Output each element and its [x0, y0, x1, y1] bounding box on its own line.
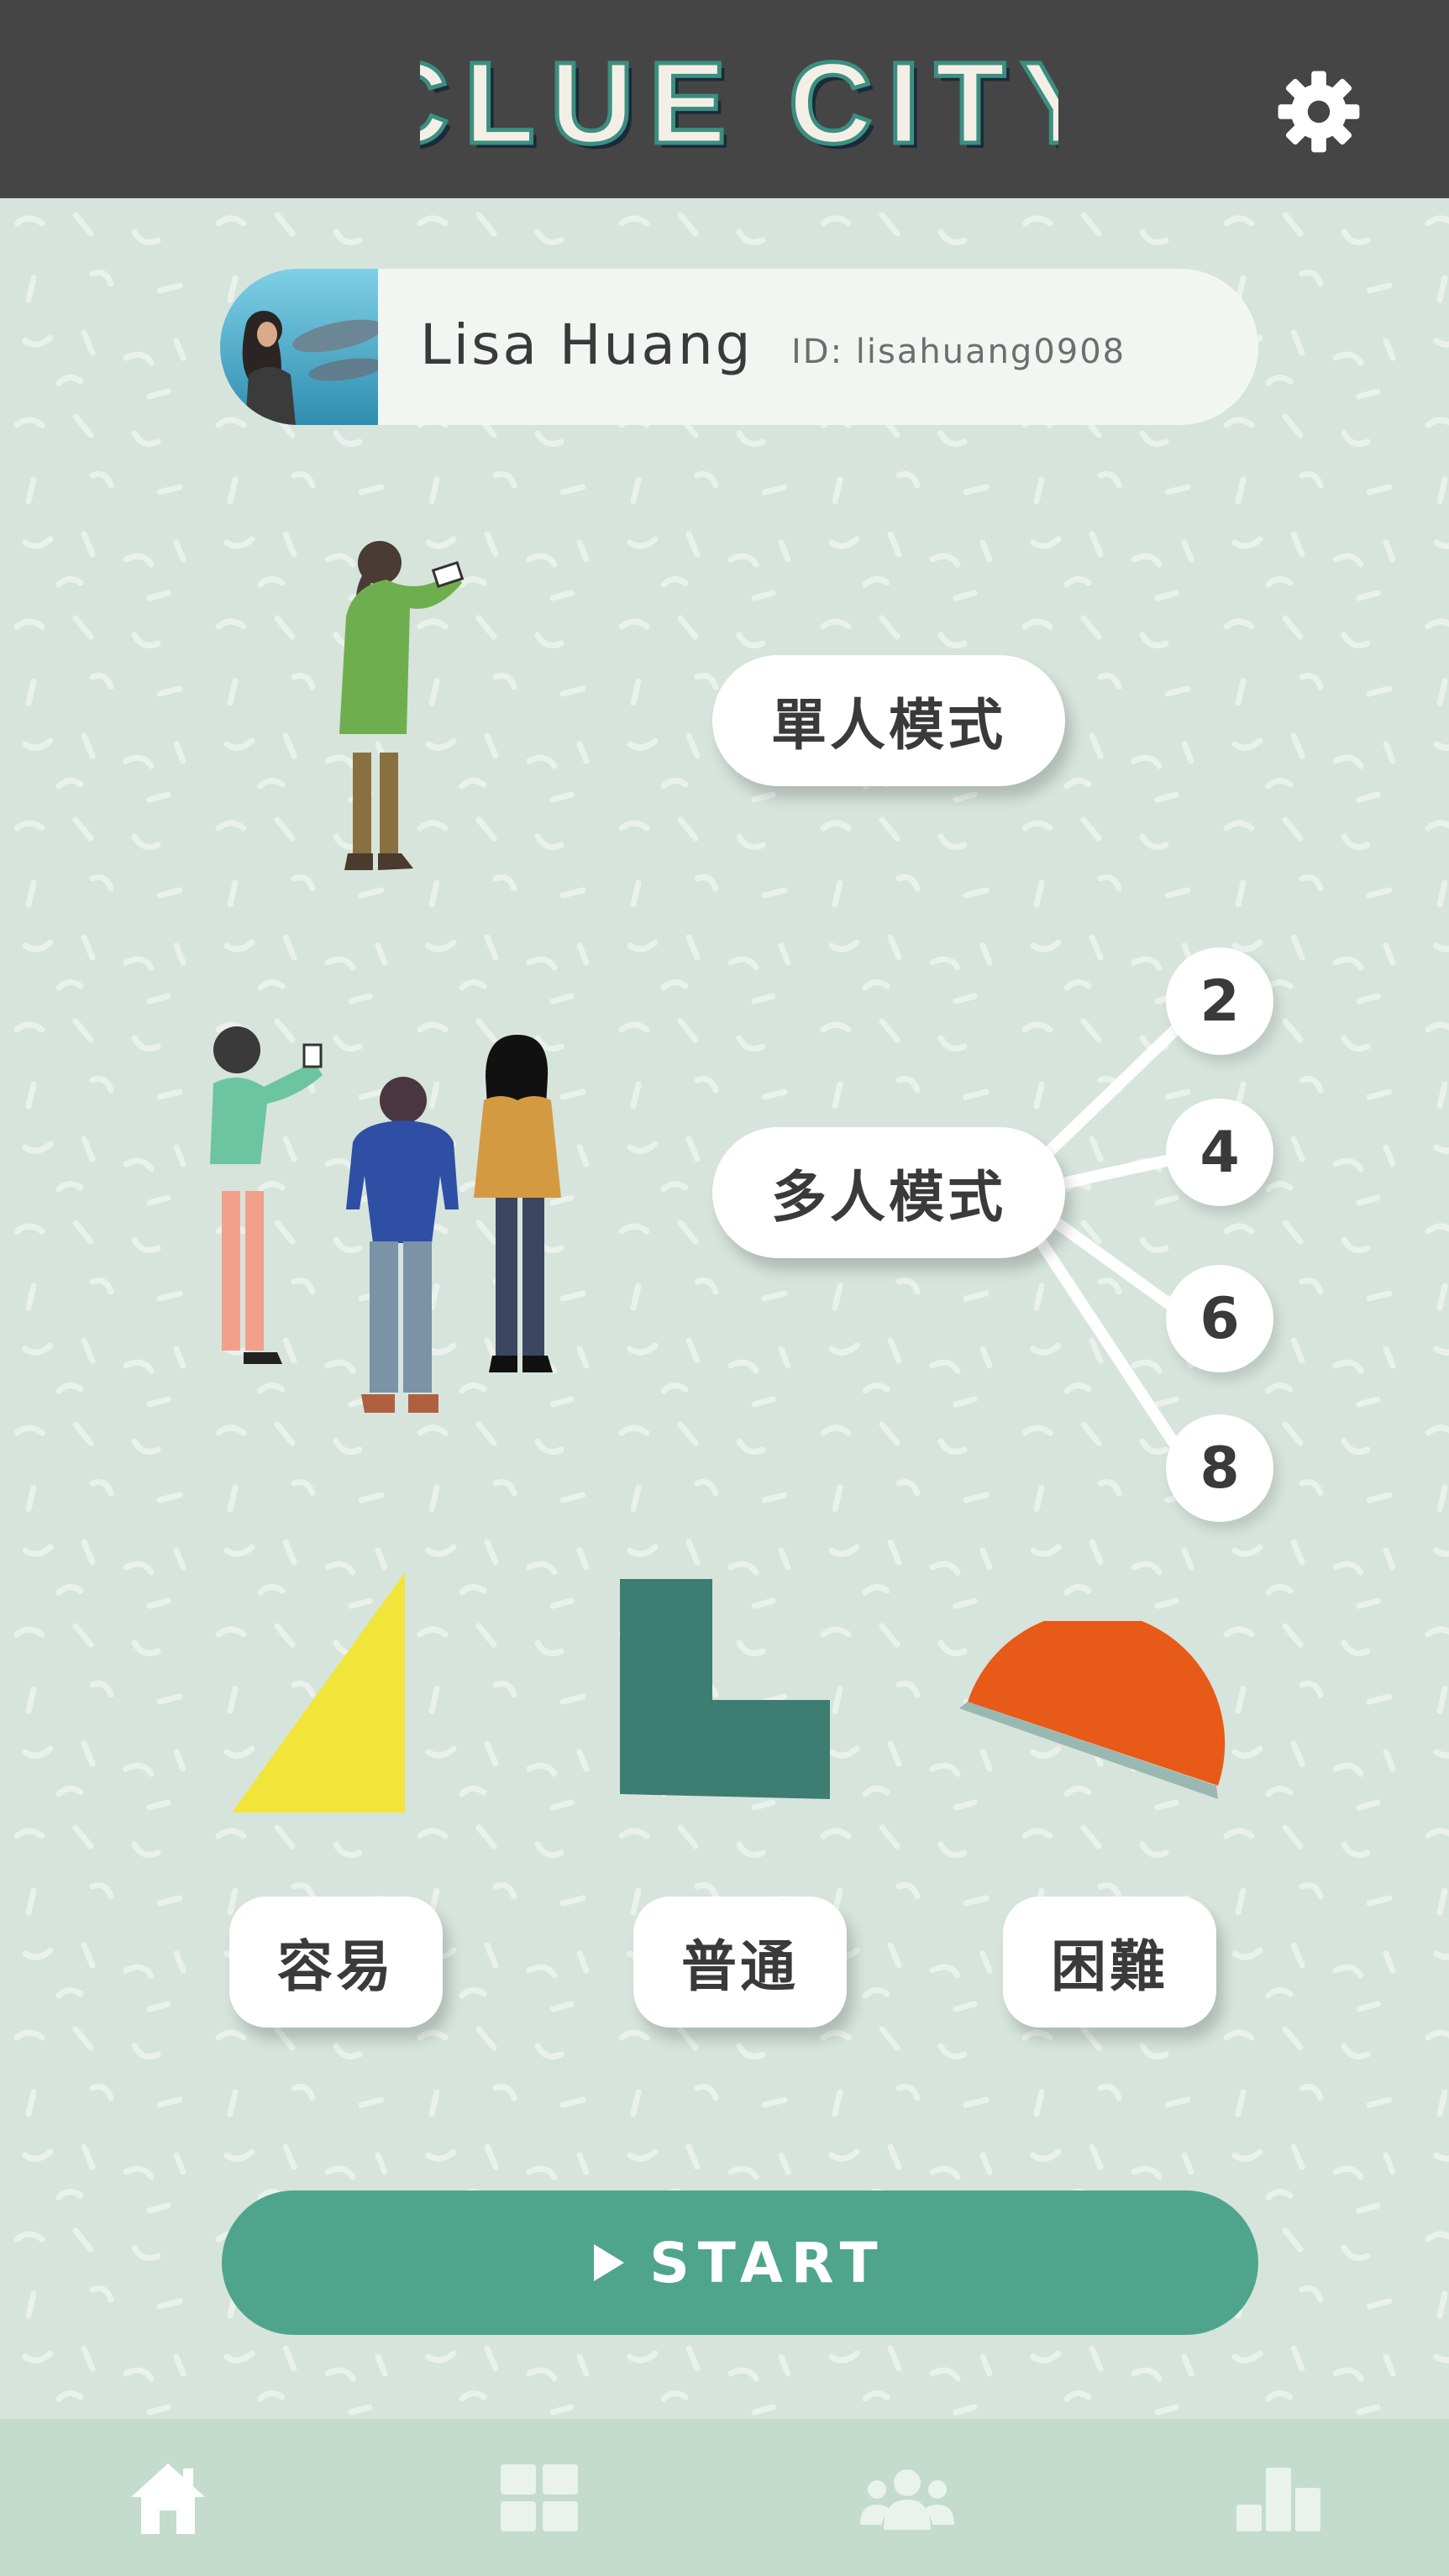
easy-triangle-shape	[232, 1572, 405, 1813]
start-label: START	[649, 2230, 886, 2295]
user-name: Lisa Huang	[420, 312, 753, 377]
player-count-2-button[interactable]: 2	[1166, 947, 1273, 1055]
play-icon	[594, 2244, 625, 2281]
hard-semicircle-shape	[959, 1621, 1226, 1799]
player-count-8-button[interactable]: 8	[1166, 1414, 1273, 1522]
user-id: ID: lisahuang0908	[791, 333, 1126, 371]
difficulty-normal-button[interactable]: 普通	[633, 1897, 847, 2028]
nav-stats-tab[interactable]	[1152, 2419, 1404, 2576]
start-button[interactable]: START	[222, 2190, 1258, 2335]
single-player-mode-button[interactable]: 單人模式	[712, 655, 1065, 786]
svg-text:CLUE CITY: CLUE CITY	[420, 39, 1058, 168]
app-logo: CLUE CITY CLUE CITY	[420, 37, 1058, 174]
multi-player-illustration	[210, 1026, 561, 1413]
home-icon	[131, 2463, 205, 2534]
player-count-4-button[interactable]: 4	[1166, 1099, 1273, 1206]
single-player-illustration	[339, 541, 465, 870]
friends-icon	[860, 2468, 954, 2530]
grid-icon	[501, 2463, 578, 2531]
nav-friends-tab[interactable]	[781, 2419, 1033, 2576]
bottom-navigation	[0, 2419, 1449, 2576]
stats-icon	[1236, 2467, 1320, 2531]
settings-button[interactable]	[1273, 66, 1365, 158]
difficulty-hard-button[interactable]: 困難	[1003, 1897, 1216, 2028]
avatar	[220, 269, 378, 425]
app-header: CLUE CITY CLUE CITY	[0, 0, 1449, 198]
multi-player-mode-button[interactable]: 多人模式	[712, 1127, 1065, 1258]
difficulty-easy-button[interactable]: 容易	[229, 1897, 443, 2028]
nav-home-tab[interactable]	[42, 2419, 294, 2576]
nav-grid-tab[interactable]	[413, 2419, 665, 2576]
profile-card[interactable]: Lisa Huang ID: lisahuang0908	[220, 269, 1258, 425]
normal-l-shape	[620, 1579, 830, 1799]
gear-icon	[1278, 71, 1360, 153]
player-count-6-button[interactable]: 6	[1166, 1265, 1273, 1372]
